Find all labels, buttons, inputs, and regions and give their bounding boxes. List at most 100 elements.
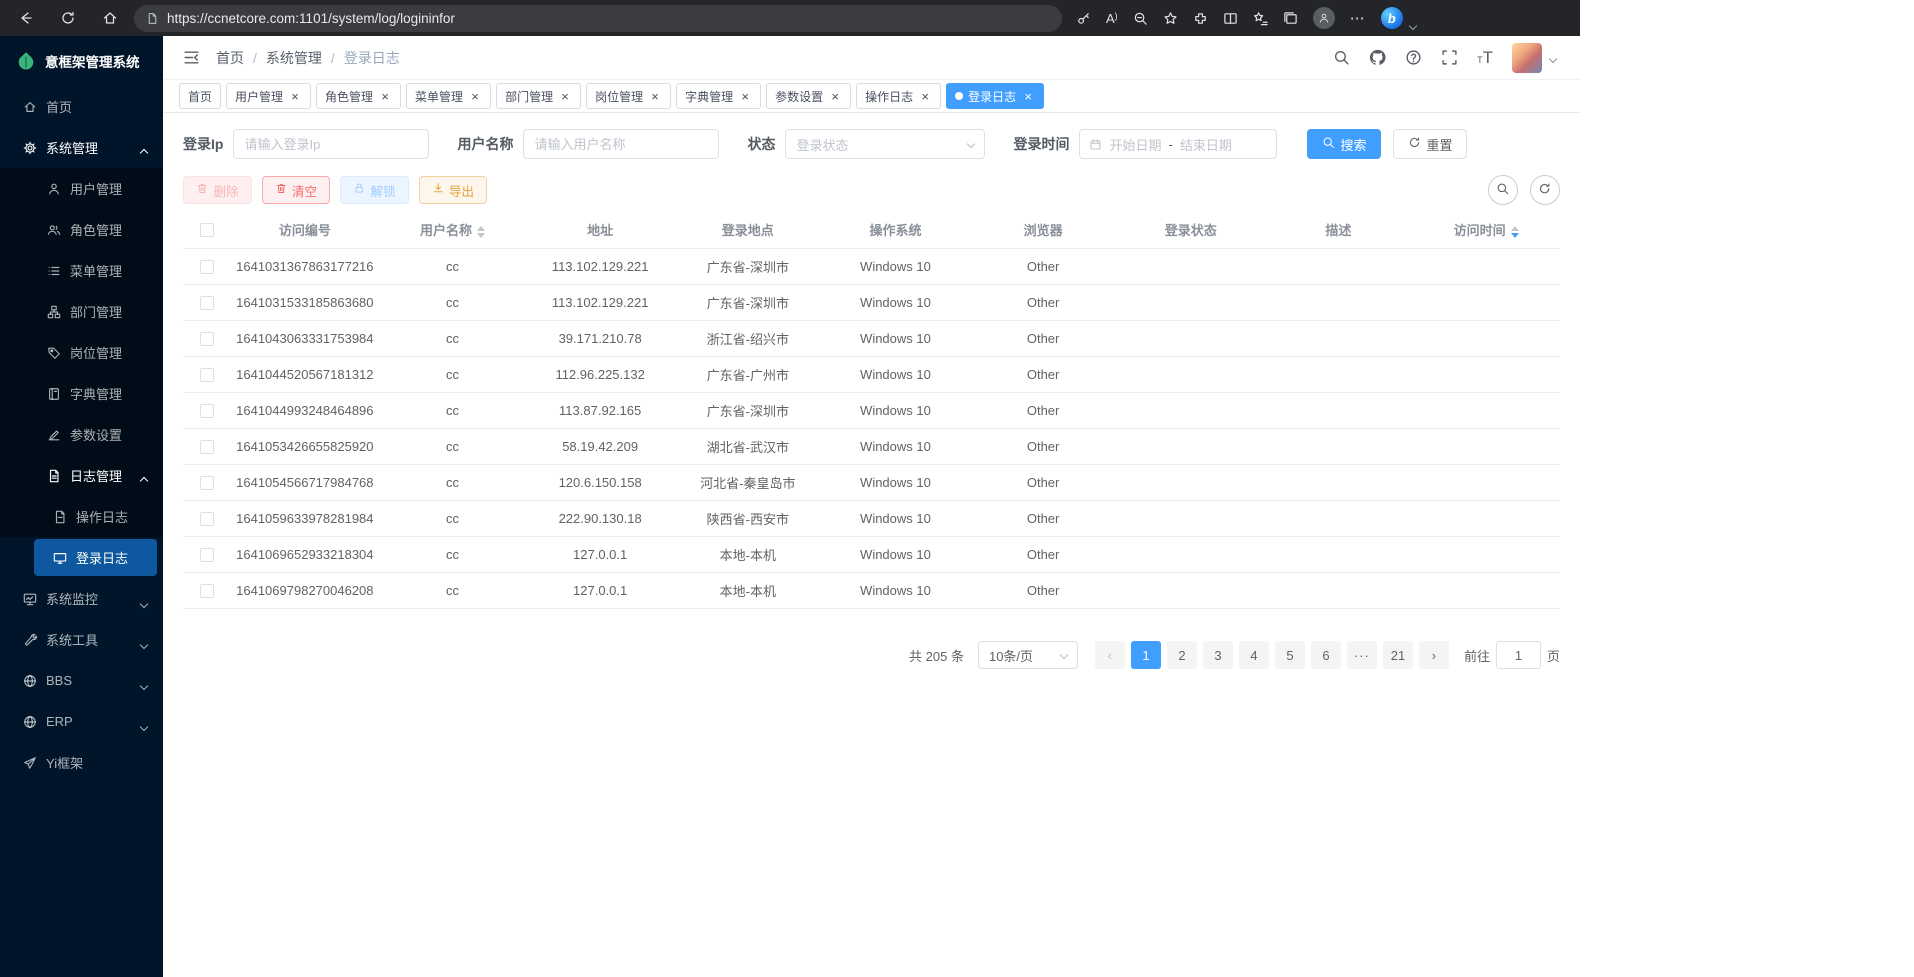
user-avatar[interactable] [1512, 43, 1542, 73]
row-checkbox[interactable] [200, 476, 214, 490]
page-button-4[interactable]: 4 [1239, 641, 1269, 669]
row-checkbox[interactable] [200, 404, 214, 418]
sidebar-item-home[interactable]: 首页 [0, 86, 163, 127]
read-aloud-icon[interactable]: A) [1106, 11, 1118, 26]
row-checkbox[interactable] [200, 440, 214, 454]
row-checkbox[interactable] [200, 368, 214, 382]
ip-input[interactable] [233, 129, 429, 159]
row-checkbox[interactable] [200, 548, 214, 562]
favorites-add-icon[interactable] [1163, 11, 1178, 26]
tab-用户管理[interactable]: 用户管理× [226, 83, 311, 109]
close-icon[interactable]: × [558, 89, 572, 103]
sidebar-item-login-log[interactable]: 登录日志 [34, 539, 157, 576]
github-icon[interactable] [1369, 49, 1386, 66]
row-checkbox[interactable] [200, 260, 214, 274]
row-checkbox[interactable] [200, 512, 214, 526]
sidebar-item-user-mgmt[interactable]: 用户管理 [0, 168, 163, 209]
bing-icon[interactable]: b [1381, 7, 1403, 29]
table-row[interactable]: 1641069652933218304cc127.0.0.1本地-本机Windo… [183, 537, 1560, 573]
clear-button[interactable]: 清空 [262, 176, 331, 204]
search-icon[interactable] [1333, 49, 1350, 66]
sidebar-item-post-mgmt[interactable]: 岗位管理 [0, 332, 163, 373]
page-button-2[interactable]: 2 [1167, 641, 1197, 669]
tab-菜单管理[interactable]: 菜单管理× [406, 83, 491, 109]
sort-caret-icon[interactable] [1511, 226, 1519, 238]
chevron-down-icon[interactable] [1410, 23, 1416, 29]
sidebar-item-system-mgmt[interactable]: 系统管理 [0, 127, 163, 168]
close-icon[interactable]: × [1021, 89, 1035, 103]
tab-角色管理[interactable]: 角色管理× [316, 83, 401, 109]
tab-岗位管理[interactable]: 岗位管理× [586, 83, 671, 109]
sidebar-item-dict-mgmt[interactable]: 字典管理 [0, 373, 163, 414]
more-icon[interactable]: ⋯ [1350, 9, 1366, 27]
tab-操作日志[interactable]: 操作日志× [856, 83, 941, 109]
sidebar-item-bbs[interactable]: BBS [0, 660, 163, 701]
table-row[interactable]: 1641053426655825920cc58.19.42.209湖北省-武汉市… [183, 429, 1560, 465]
refresh-table-button[interactable] [1530, 175, 1560, 205]
tab-登录日志[interactable]: 登录日志× [946, 83, 1044, 109]
username-input[interactable] [523, 129, 719, 159]
search-button[interactable]: 搜索 [1307, 129, 1381, 159]
toggle-search-button[interactable] [1488, 175, 1518, 205]
page-button-21[interactable]: 21 [1383, 641, 1413, 669]
sidebar-item-yi-framework[interactable]: Yi框架 [0, 742, 163, 783]
page-button-1[interactable]: 1 [1131, 641, 1161, 669]
page-button-3[interactable]: 3 [1203, 641, 1233, 669]
sidebar-item-system-monitor[interactable]: 系统监控 [0, 578, 163, 619]
table-row[interactable]: 1641031367863177216cc113.102.129.221广东省-… [183, 249, 1560, 285]
sort-caret-icon[interactable] [477, 226, 485, 238]
tab-字典管理[interactable]: 字典管理× [676, 83, 761, 109]
next-page-button[interactable]: › [1419, 641, 1449, 669]
table-row[interactable]: 1641044520567181312cc112.96.225.132广东省-广… [183, 357, 1560, 393]
tab-首页[interactable]: 首页 [179, 83, 221, 109]
close-icon[interactable]: × [648, 89, 662, 103]
unlock-button[interactable]: 解锁 [340, 176, 409, 204]
font-size-icon[interactable]: TT [1477, 48, 1493, 68]
sidebar-item-param-settings[interactable]: 参数设置 [0, 414, 163, 455]
close-icon[interactable]: × [918, 89, 932, 103]
sidebar-item-dept-mgmt[interactable]: 部门管理 [0, 291, 163, 332]
sidebar-item-menu-mgmt[interactable]: 菜单管理 [0, 250, 163, 291]
more-pages-button[interactable]: ··· [1347, 641, 1377, 669]
split-screen-icon[interactable] [1223, 11, 1238, 26]
close-icon[interactable]: × [288, 89, 302, 103]
sidebar-collapse-icon[interactable] [183, 49, 200, 66]
close-icon[interactable]: × [738, 89, 752, 103]
fullscreen-icon[interactable] [1441, 49, 1458, 66]
browser-profile-avatar[interactable] [1313, 7, 1335, 29]
browser-refresh-button[interactable] [60, 10, 76, 26]
column-header[interactable]: 用户名称 [379, 211, 527, 249]
help-icon[interactable] [1405, 49, 1422, 66]
browser-back-button[interactable] [18, 10, 34, 26]
table-row[interactable]: 1641059633978281984cc222.90.130.18陕西省-西安… [183, 501, 1560, 537]
browser-url-bar[interactable]: https://ccnetcore.com:1101/system/log/lo… [134, 5, 1062, 32]
browser-home-button[interactable] [102, 10, 118, 26]
sidebar-item-log-mgmt[interactable]: 日志管理 [0, 455, 163, 496]
close-icon[interactable]: × [468, 89, 482, 103]
close-icon[interactable]: × [378, 89, 392, 103]
password-key-icon[interactable] [1076, 11, 1091, 26]
select-all-checkbox[interactable] [200, 223, 214, 237]
reset-button[interactable]: 重置 [1393, 129, 1467, 159]
collections-icon[interactable] [1283, 11, 1298, 26]
page-button-6[interactable]: 6 [1311, 641, 1341, 669]
table-row[interactable]: 1641069798270046208cc127.0.0.1本地-本机Windo… [183, 573, 1560, 609]
delete-button[interactable]: 删除 [183, 176, 252, 204]
export-button[interactable]: 导出 [419, 176, 488, 204]
table-row[interactable]: 1641054566717984768cc120.6.150.158河北省-秦皇… [183, 465, 1560, 501]
extensions-icon[interactable] [1193, 11, 1208, 26]
sidebar-item-role-mgmt[interactable]: 角色管理 [0, 209, 163, 250]
tab-部门管理[interactable]: 部门管理× [496, 83, 581, 109]
row-checkbox[interactable] [200, 296, 214, 310]
breadcrumb-item[interactable]: 首页 [216, 48, 244, 68]
tab-参数设置[interactable]: 参数设置× [766, 83, 851, 109]
table-row[interactable]: 1641031533185863680cc113.102.129.221广东省-… [183, 285, 1560, 321]
row-checkbox[interactable] [200, 584, 214, 598]
sidebar-item-system-tools[interactable]: 系统工具 [0, 619, 163, 660]
sidebar-item-erp[interactable]: ERP [0, 701, 163, 742]
table-row[interactable]: 1641043063331753984cc39.171.210.78浙江省-绍兴… [183, 321, 1560, 357]
page-size-select[interactable]: 10条/页 [978, 641, 1078, 669]
page-button-5[interactable]: 5 [1275, 641, 1305, 669]
goto-page-input[interactable] [1496, 641, 1541, 669]
zoom-out-icon[interactable] [1133, 11, 1148, 26]
